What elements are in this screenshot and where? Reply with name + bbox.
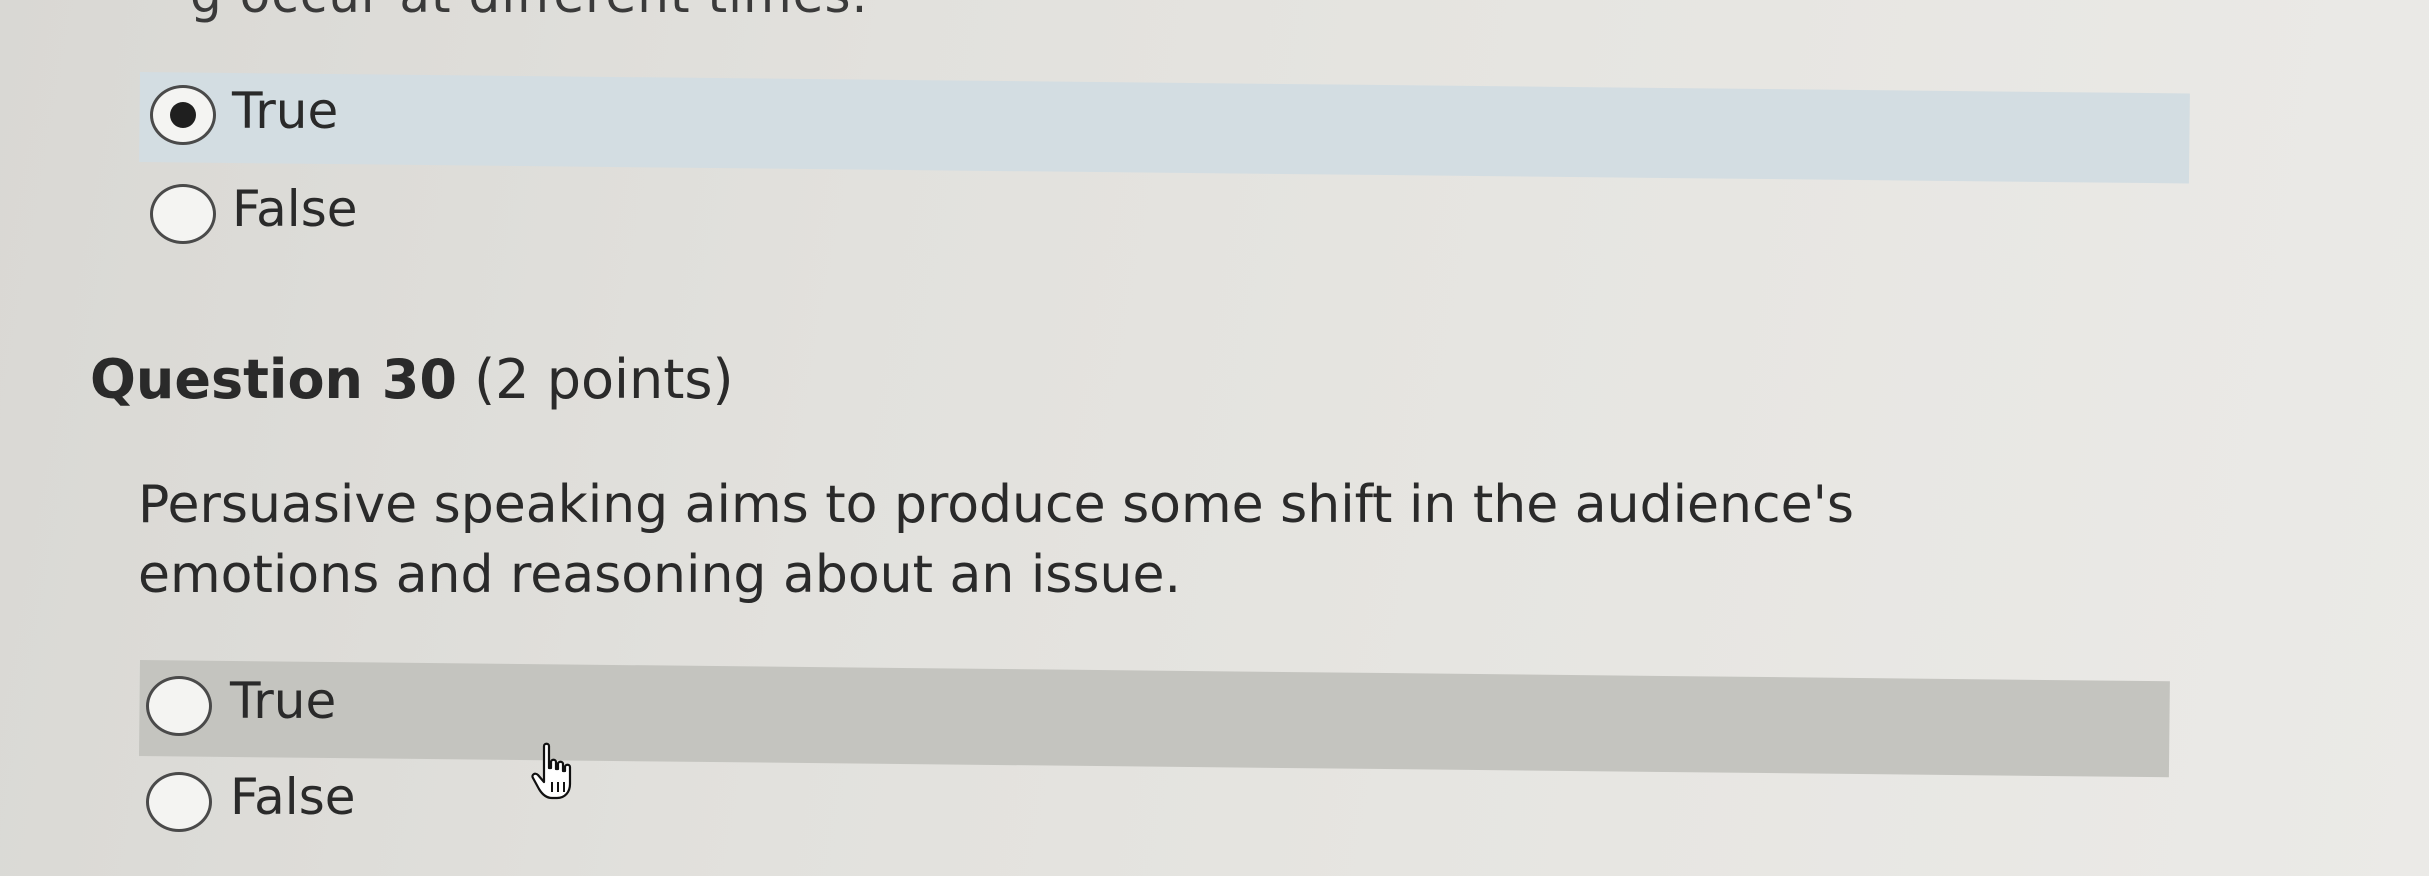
option-true-row[interactable]	[138, 660, 2170, 778]
prev-option-true-radio[interactable]	[150, 85, 216, 145]
question-points: (2 points)	[474, 348, 734, 411]
prev-option-false-radio[interactable]	[150, 184, 216, 244]
prev-option-false-label: False	[232, 180, 358, 238]
question-text: Persuasive speaking aims to produce some…	[138, 475, 1854, 605]
question-title: Question 30 (2 points)	[90, 348, 734, 411]
option-true-radio[interactable]	[146, 676, 212, 736]
prev-option-true[interactable]	[139, 72, 2190, 184]
option-true-label: True	[230, 672, 337, 730]
question-number: Question 30	[90, 348, 457, 411]
prev-option-true-label: True	[232, 82, 339, 140]
option-false-label: False	[230, 768, 356, 826]
option-false-radio[interactable]	[146, 772, 212, 832]
radio-selected-dot	[170, 102, 196, 128]
hand-pointer-icon	[531, 742, 572, 800]
previous-question-text: g occur at different times.	[190, 0, 868, 24]
